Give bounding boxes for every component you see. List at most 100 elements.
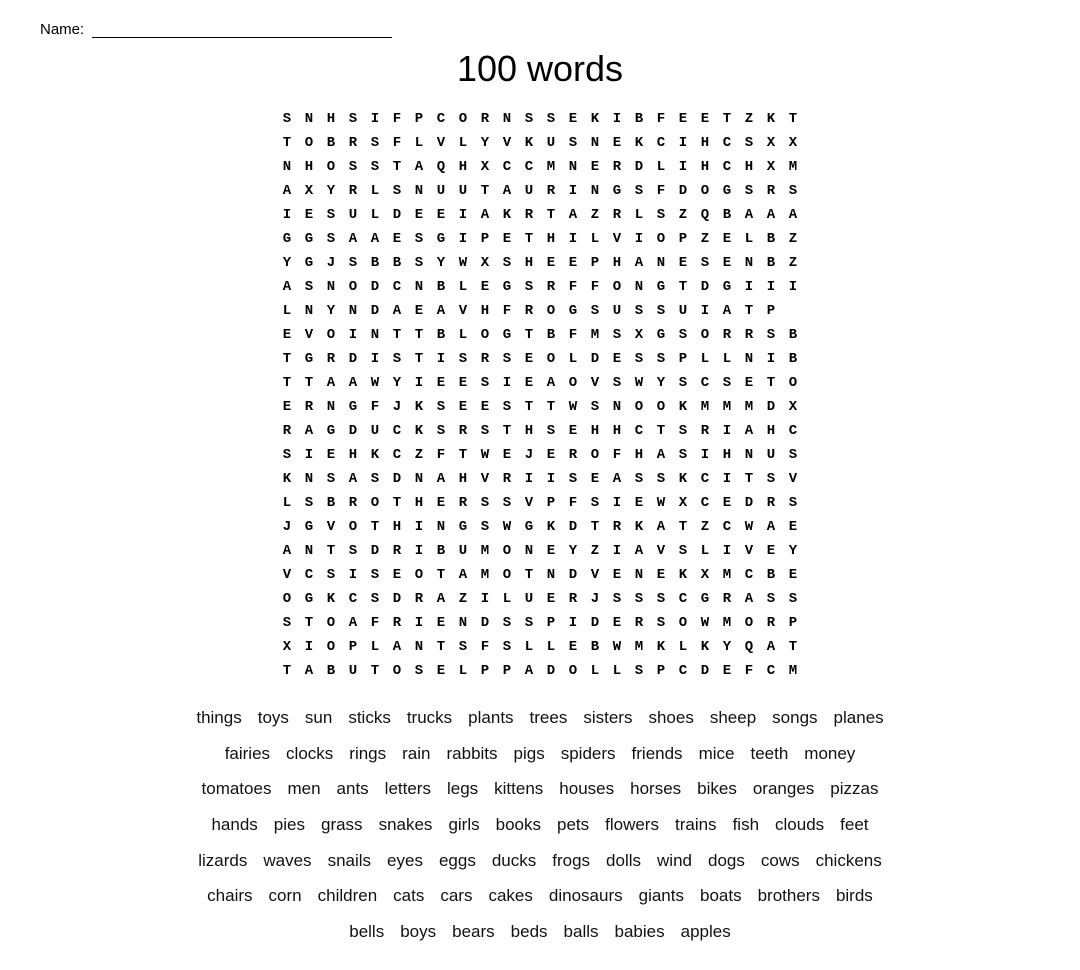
cell-16-4: O — [364, 492, 386, 514]
cell-17-19: Z — [694, 516, 716, 538]
name-underline[interactable] — [92, 20, 392, 38]
cell-0-1: N — [298, 108, 320, 130]
cell-6-10: S — [496, 252, 518, 274]
cell-17-8: G — [452, 516, 474, 538]
word-ants: ants — [337, 779, 369, 798]
word-planes: planes — [834, 708, 884, 727]
cell-20-12: E — [540, 588, 562, 610]
cell-21-9: D — [474, 612, 496, 634]
cell-5-20: E — [716, 228, 738, 250]
cell-9-0: E — [276, 324, 298, 346]
cell-11-5: Y — [386, 372, 408, 394]
cell-13-22: H — [760, 420, 782, 442]
cell-4-7: E — [430, 204, 452, 226]
cell-19-4: S — [364, 564, 386, 586]
cell-8-19: I — [694, 300, 716, 322]
cell-17-21: W — [738, 516, 760, 538]
cell-14-20: H — [716, 444, 738, 466]
cell-10-20: L — [716, 348, 738, 370]
cell-6-13: E — [562, 252, 584, 274]
cell-6-3: S — [342, 252, 364, 274]
cell-18-9: M — [474, 540, 496, 562]
cell-23-16: S — [628, 660, 650, 682]
word-money: money — [804, 744, 855, 763]
cell-12-21: M — [738, 396, 760, 418]
cell-23-4: T — [364, 660, 386, 682]
word-chickens: chickens — [816, 851, 882, 870]
cell-1-11: K — [518, 132, 540, 154]
cell-12-8: E — [452, 396, 474, 418]
cell-16-23: S — [782, 492, 804, 514]
cell-0-19: E — [694, 108, 716, 130]
word-oranges: oranges — [753, 779, 814, 798]
cell-18-13: Y — [562, 540, 584, 562]
cell-21-14: D — [584, 612, 606, 634]
cell-23-15: L — [606, 660, 628, 682]
cell-21-16: R — [628, 612, 650, 634]
cell-18-15: I — [606, 540, 628, 562]
cell-19-19: X — [694, 564, 716, 586]
cell-0-11: S — [518, 108, 540, 130]
cell-21-19: W — [694, 612, 716, 634]
cell-21-18: O — [672, 612, 694, 634]
cell-0-17: F — [650, 108, 672, 130]
cell-2-23: M — [782, 156, 804, 178]
cell-23-11: A — [518, 660, 540, 682]
cell-4-14: Z — [584, 204, 606, 226]
word-pizzas: pizzas — [830, 779, 878, 798]
cell-13-23: C — [782, 420, 804, 442]
cell-15-12: I — [540, 468, 562, 490]
word-cars: cars — [440, 886, 472, 905]
cell-22-1: I — [298, 636, 320, 658]
cell-20-6: R — [408, 588, 430, 610]
name-label: Name: — [40, 21, 84, 38]
cell-17-18: T — [672, 516, 694, 538]
cell-8-1: N — [298, 300, 320, 322]
cell-11-0: T — [276, 372, 298, 394]
cell-15-3: A — [342, 468, 364, 490]
cell-23-9: P — [474, 660, 496, 682]
cell-13-4: U — [364, 420, 386, 442]
cell-6-18: E — [672, 252, 694, 274]
cell-22-8: S — [452, 636, 474, 658]
cell-11-17: Y — [650, 372, 672, 394]
cell-15-1: N — [298, 468, 320, 490]
word-frogs: frogs — [552, 851, 590, 870]
cell-22-22: A — [760, 636, 782, 658]
cell-23-10: P — [496, 660, 518, 682]
cell-4-19: Q — [694, 204, 716, 226]
cell-5-5: E — [386, 228, 408, 250]
cell-17-10: W — [496, 516, 518, 538]
cell-8-22: P — [760, 300, 782, 322]
cell-12-22: D — [760, 396, 782, 418]
cell-5-19: Z — [694, 228, 716, 250]
cell-6-1: G — [298, 252, 320, 274]
cell-21-4: F — [364, 612, 386, 634]
cell-17-23: E — [782, 516, 804, 538]
cell-13-11: H — [518, 420, 540, 442]
word-things: things — [196, 708, 241, 727]
cell-5-17: O — [650, 228, 672, 250]
cell-5-12: H — [540, 228, 562, 250]
cell-11-19: C — [694, 372, 716, 394]
cell-14-4: K — [364, 444, 386, 466]
cell-9-11: T — [518, 324, 540, 346]
cell-12-9: E — [474, 396, 496, 418]
cell-3-19: O — [694, 180, 716, 202]
cell-3-4: L — [364, 180, 386, 202]
cell-22-2: O — [320, 636, 342, 658]
cell-14-17: A — [650, 444, 672, 466]
cell-3-0: A — [276, 180, 298, 202]
cell-2-4: S — [364, 156, 386, 178]
cell-11-4: W — [364, 372, 386, 394]
cell-5-14: L — [584, 228, 606, 250]
cell-15-6: N — [408, 468, 430, 490]
cell-21-8: N — [452, 612, 474, 634]
cell-18-5: R — [386, 540, 408, 562]
cell-3-9: T — [474, 180, 496, 202]
cell-9-18: S — [672, 324, 694, 346]
cell-10-17: S — [650, 348, 672, 370]
cell-19-20: M — [716, 564, 738, 586]
cell-7-21: I — [738, 276, 760, 298]
words-section: thingstoyssunstickstrucksplantstreessist… — [40, 700, 1040, 950]
